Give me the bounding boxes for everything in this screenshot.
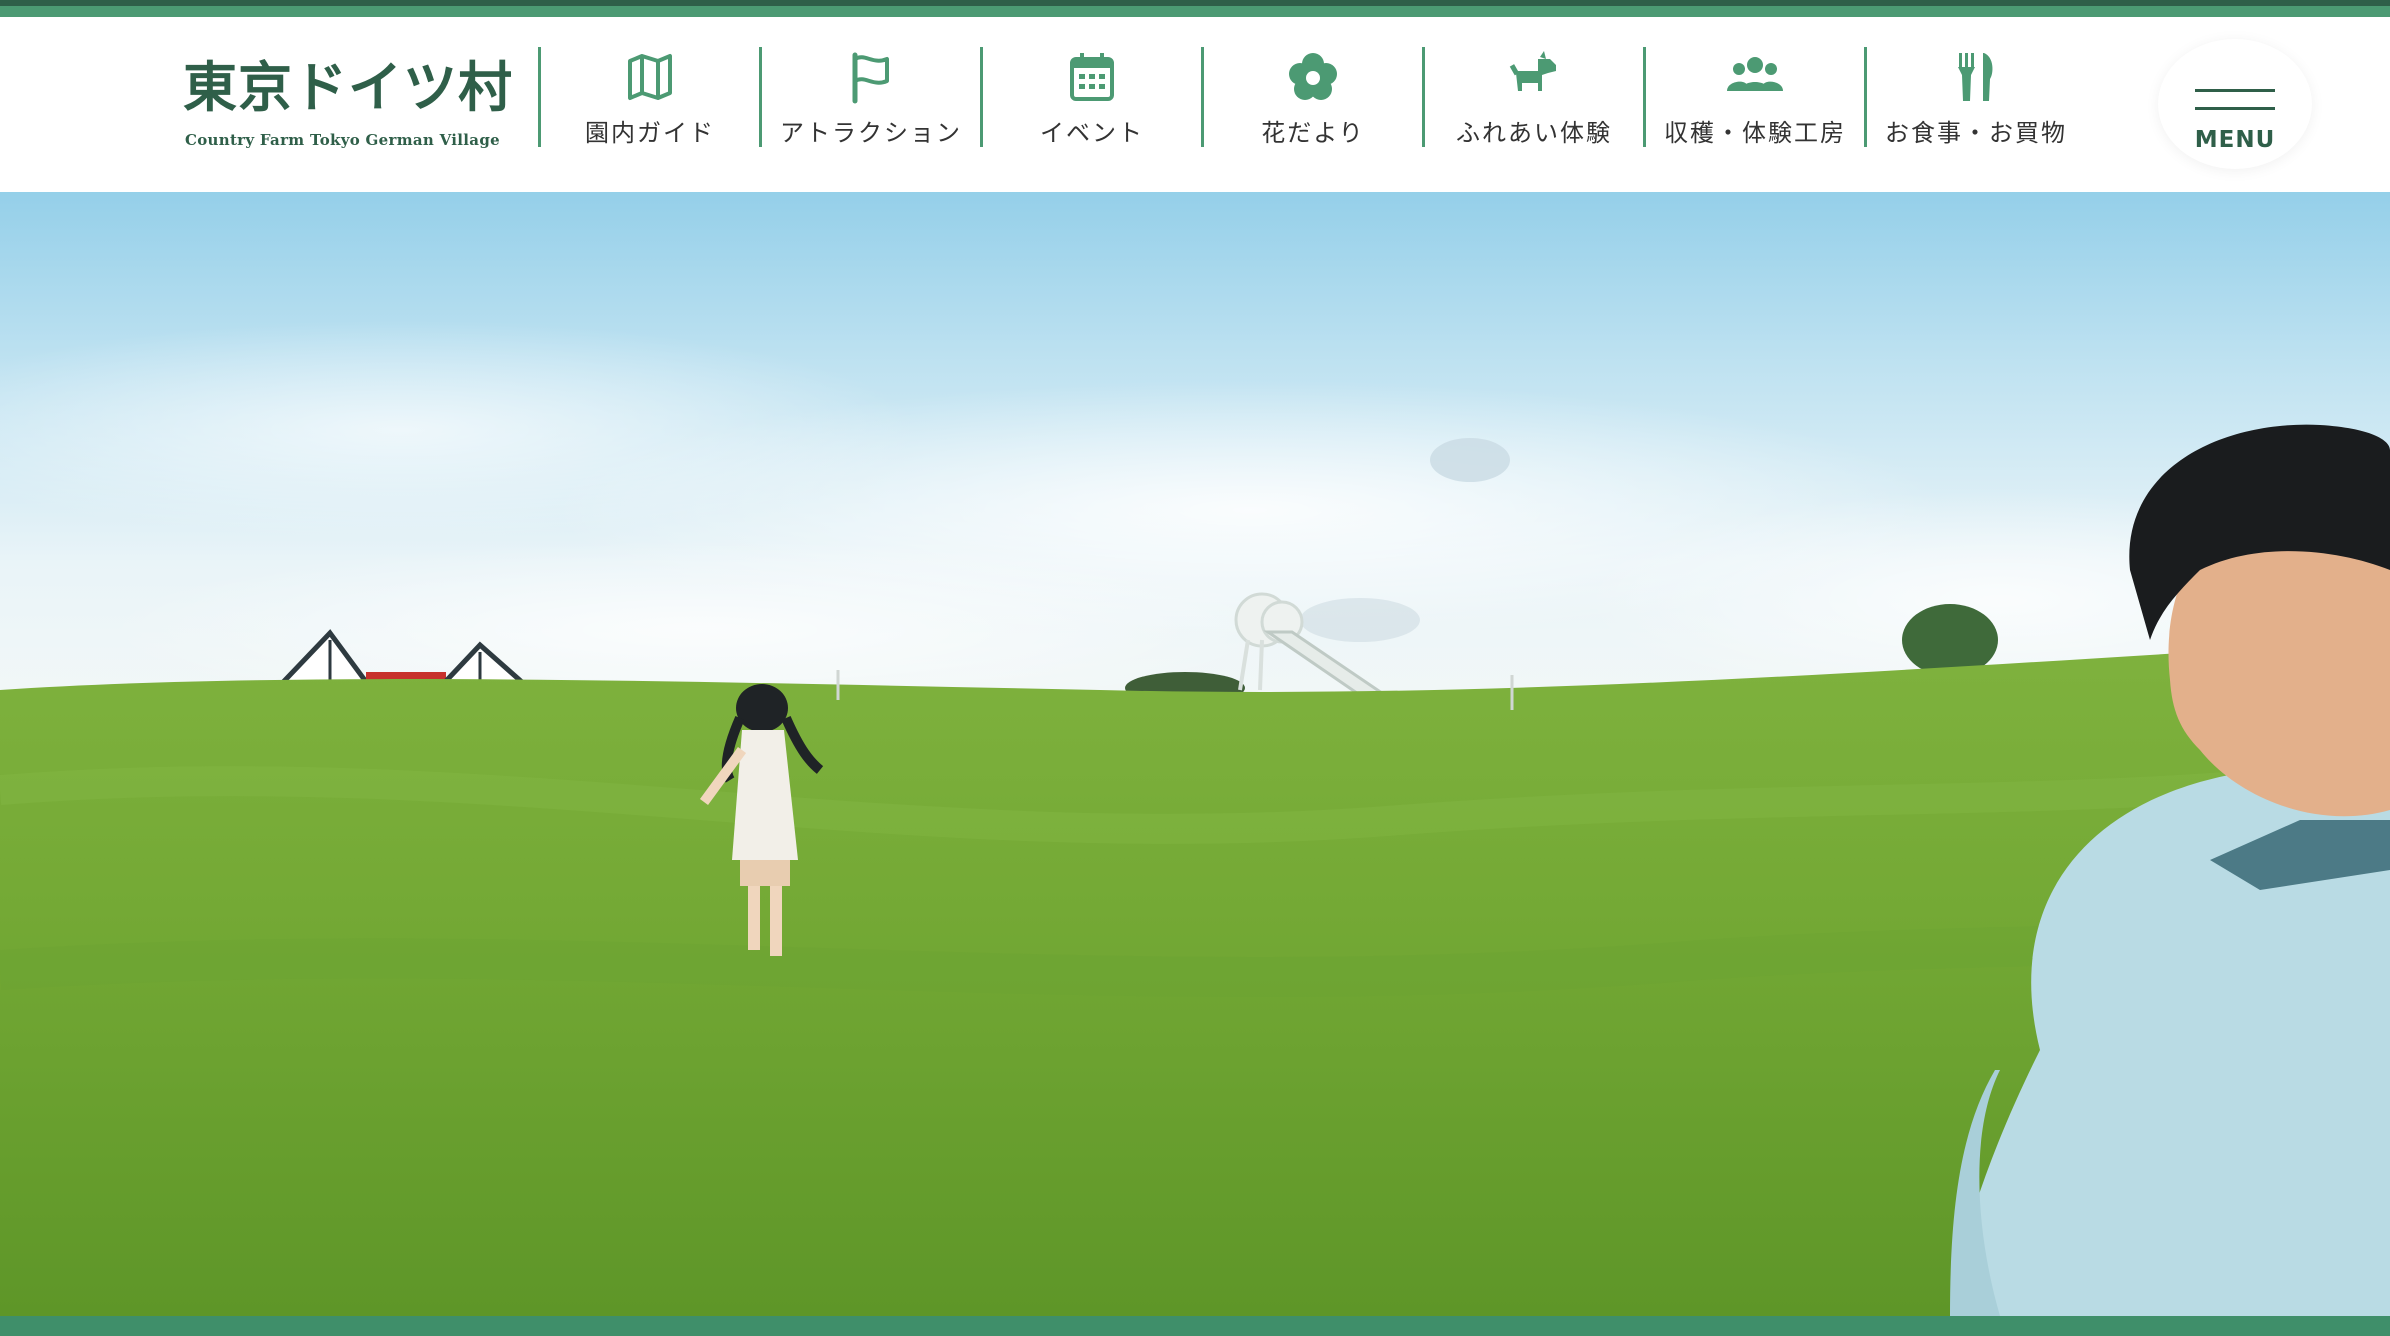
calendar-icon xyxy=(1062,47,1122,107)
page: 東京ドイツ村 Country Farm Tokyo German Village… xyxy=(0,0,2390,1336)
map-icon xyxy=(620,47,680,107)
hero-scene xyxy=(0,170,2390,1316)
nav-item-7[interactable]: お食事・お買物 xyxy=(1864,47,2085,147)
fork-knife-icon xyxy=(1946,47,2006,107)
flower-icon xyxy=(1283,47,1343,107)
people-icon xyxy=(1725,47,1785,107)
nav-item-label: イベント xyxy=(1040,119,1144,147)
flag-icon xyxy=(841,47,901,107)
nav-item-label: 園内ガイド xyxy=(585,119,715,147)
hamburger-icon-line xyxy=(2195,107,2275,110)
nav-item-label: 花だより xyxy=(1261,119,1365,147)
menu-label: MENU xyxy=(2194,127,2276,153)
nav-item-label: アトラクション xyxy=(780,119,962,147)
nav-item-label: お食事・お買物 xyxy=(1885,119,2067,147)
bottom-brand-strip xyxy=(0,1316,2390,1336)
main-nav: 園内ガイド アトラクション イベント 花だより ふれあい体験 収穫・体験工房 お食事・お買物 xyxy=(538,47,2085,147)
nav-item-3[interactable]: イベント xyxy=(980,47,1201,147)
hamburger-icon xyxy=(2195,89,2275,92)
top-brand-strip xyxy=(0,0,2390,17)
site-logo[interactable]: 東京ドイツ村 Country Farm Tokyo German Village xyxy=(183,55,512,155)
logo-wordmark: 東京ドイツ村 xyxy=(183,56,513,119)
nav-item-6[interactable]: 収穫・体験工房 xyxy=(1643,47,1864,147)
nav-item-4[interactable]: 花だより xyxy=(1201,47,1422,147)
nav-item-label: ふれあい体験 xyxy=(1456,119,1612,147)
site-header: 東京ドイツ村 Country Farm Tokyo German Village… xyxy=(0,17,2390,192)
nav-item-5[interactable]: ふれあい体験 xyxy=(1422,47,1643,147)
hero-video xyxy=(0,170,2390,1316)
menu-button[interactable]: MENU xyxy=(2158,39,2312,169)
dog-icon xyxy=(1504,47,1564,107)
nav-item-1[interactable]: 園内ガイド xyxy=(538,47,759,147)
nav-item-2[interactable]: アトラクション xyxy=(759,47,980,147)
nav-item-label: 収穫・体験工房 xyxy=(1664,119,1846,147)
header-wave-edge xyxy=(0,175,2390,189)
logo-tagline: Country Farm Tokyo German Village xyxy=(185,131,500,149)
